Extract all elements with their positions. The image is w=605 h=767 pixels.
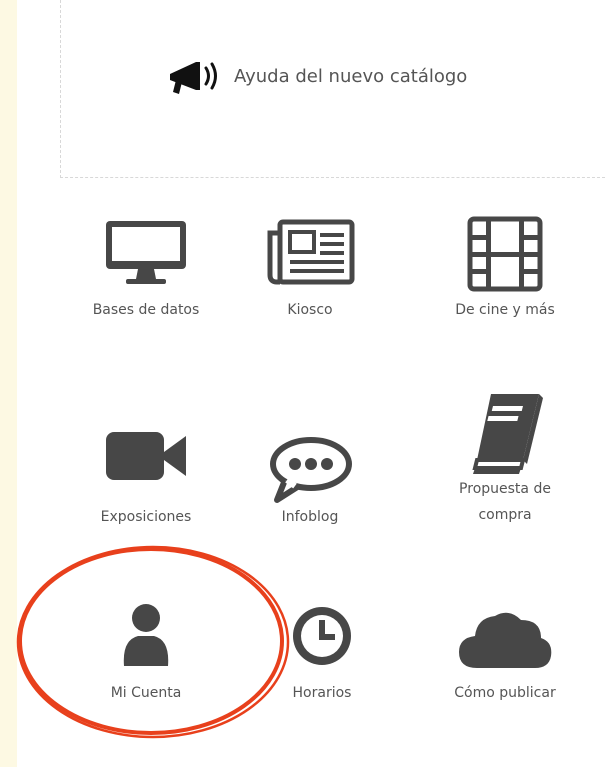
tile-horarios[interactable]: Horarios [262, 590, 382, 710]
cloud-icon [459, 612, 552, 668]
left-margin-strip [0, 0, 17, 767]
tile-mi-cuenta[interactable]: Mi Cuenta [70, 590, 222, 710]
clock-icon [293, 607, 351, 665]
film-icon [467, 216, 543, 292]
newspaper-icon [267, 219, 355, 285]
user-icon [123, 604, 169, 666]
tile-label: Mi Cuenta [110, 685, 182, 701]
tile-bases-de-datos[interactable]: Bases de datos [70, 205, 222, 325]
help-catalog-link[interactable]: Ayuda del nuevo catálogo [166, 56, 467, 96]
book-icon [472, 394, 543, 474]
tile-label: Cómo publicar [454, 685, 556, 701]
help-catalog-label: Ayuda del nuevo catálogo [234, 65, 468, 87]
tile-label: De cine y más [455, 302, 555, 318]
help-box: Ayuda del nuevo catálogo [60, 0, 605, 178]
tile-label-line1: Propuesta de [459, 481, 551, 497]
tile-como-publicar[interactable]: Cómo publicar [430, 590, 580, 710]
tile-label: Exposiciones [100, 509, 192, 525]
monitor-icon [106, 221, 186, 284]
tile-propuesta-compra[interactable]: Propuesta de compra [430, 390, 580, 540]
tile-exposiciones[interactable]: Exposiciones [70, 400, 222, 530]
tile-label: Kiosco [287, 302, 333, 318]
tile-label-line2: compra [478, 507, 532, 523]
tile-label: Infoblog [281, 509, 339, 525]
tile-infoblog[interactable]: Infoblog [250, 400, 370, 530]
tile-label: Horarios [292, 685, 352, 701]
megaphone-icon [170, 62, 217, 94]
tile-kiosco[interactable]: Kiosco [250, 205, 370, 325]
video-camera-icon [106, 432, 186, 480]
speech-bubble-icon [270, 437, 352, 503]
tile-de-cine[interactable]: De cine y más [430, 205, 580, 325]
tile-label: Bases de datos [92, 302, 200, 318]
